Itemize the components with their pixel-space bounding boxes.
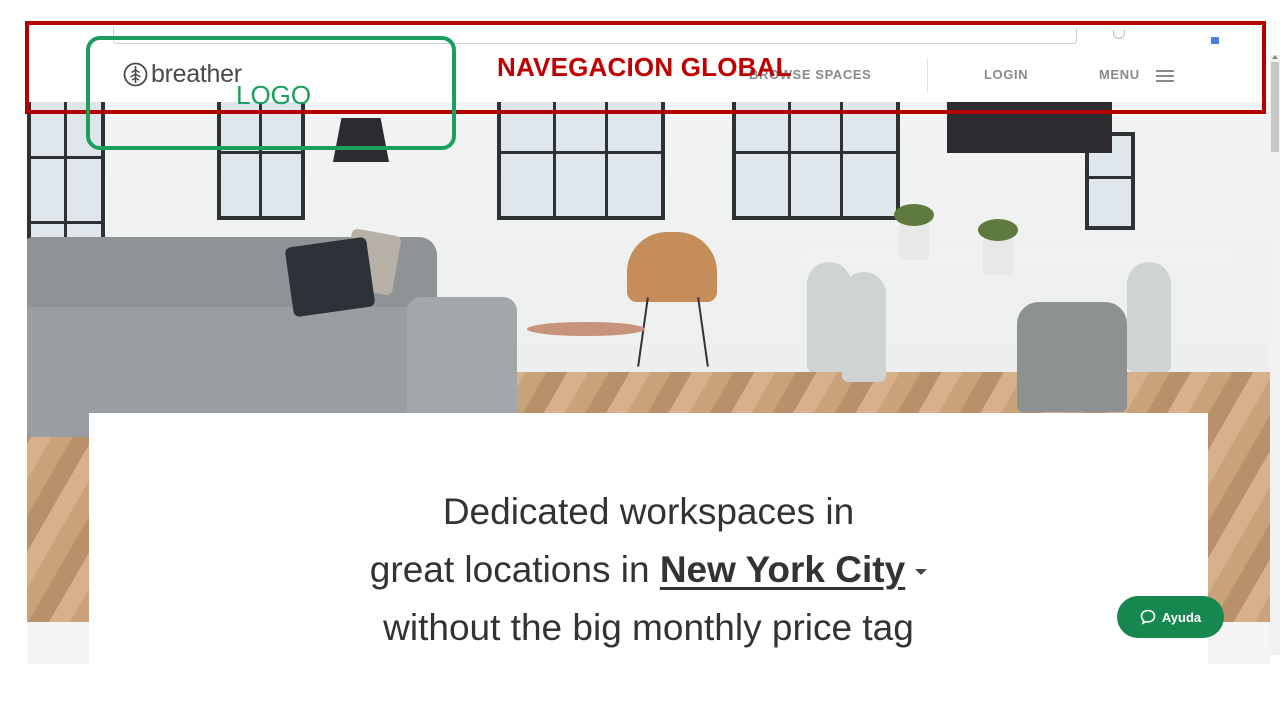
help-button-label: Ayuda: [1161, 609, 1202, 625]
global-navigation-annotation-label: NAVEGACION GLOBAL: [497, 52, 792, 82]
window: [497, 102, 665, 220]
headline-line-1: Dedicated workspaces in: [442, 491, 855, 532]
potted-plant: [983, 237, 1013, 275]
help-chat-button[interactable]: Ayuda: [1117, 596, 1224, 638]
potted-plant: [899, 222, 929, 260]
logo-annotation-label: LOGO: [236, 80, 312, 110]
headline-line-2: great locations in New York City: [89, 541, 1208, 599]
dining-table: [796, 247, 1238, 267]
scroll-up-arrow-icon[interactable]: [1272, 55, 1278, 59]
coffee-table: [527, 322, 645, 336]
dining-chair: [1017, 302, 1127, 412]
city-selector[interactable]: New York City: [660, 549, 905, 590]
scrollbar-thumb[interactable]: [1271, 62, 1279, 152]
hero-headline: Dedicated workspaces in great locations …: [89, 483, 1208, 657]
plant-leaves: [978, 219, 1018, 241]
hero-card: Dedicated workspaces in great locations …: [89, 413, 1208, 664]
headline-line-2-text: great locations in: [369, 549, 660, 590]
dining-chair: [1127, 262, 1171, 372]
headline-line-3: without the big monthly price tag: [383, 607, 914, 648]
window: [732, 102, 900, 220]
chevron-down-icon[interactable]: [915, 569, 928, 576]
plant-leaves: [894, 204, 934, 226]
wooden-chair: [627, 232, 717, 302]
chat-bubble-icon: [1140, 609, 1156, 625]
dining-chair: [842, 272, 886, 382]
patterned-pillow: [284, 236, 376, 318]
